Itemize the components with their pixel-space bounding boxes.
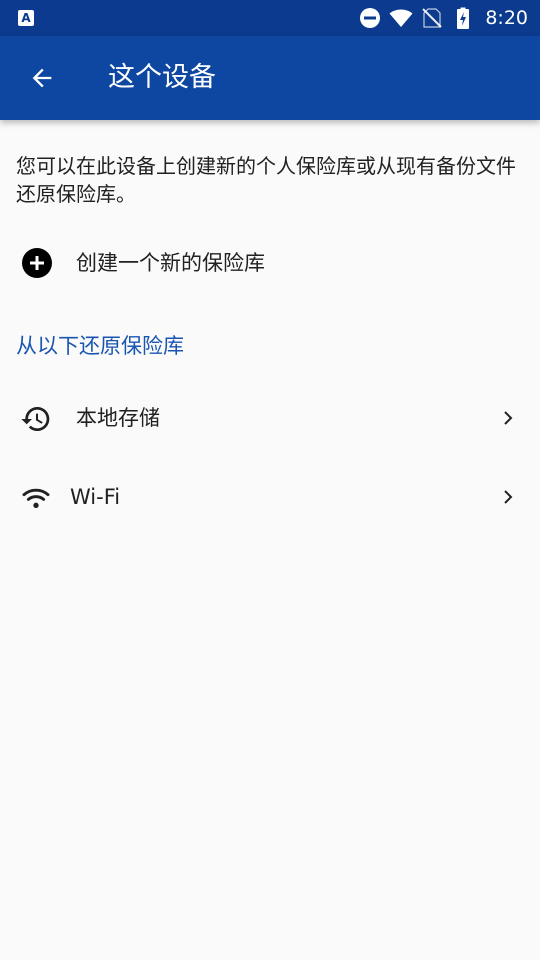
restore-from-local-storage[interactable]: 本地存储 — [0, 379, 540, 457]
wifi-label: Wi-Fi — [70, 485, 121, 509]
arrow-back-icon — [32, 68, 52, 88]
app-notification-icon: A — [18, 10, 34, 26]
wifi-signal-icon — [389, 9, 413, 27]
back-button[interactable] — [18, 54, 66, 102]
local-storage-label: 本地存储 — [76, 406, 160, 430]
create-vault-button[interactable]: 创建一个新的保险库 — [0, 232, 540, 294]
app-notification-letter: A — [21, 11, 31, 25]
restore-section-title: 从以下还原保险库 — [16, 334, 184, 358]
do-not-disturb-icon — [360, 8, 381, 28]
battery-charging-icon — [457, 7, 470, 29]
wifi-icon — [22, 488, 50, 508]
intro-text: 您可以在此设备上创建新的个人保险库或从现有备份文件还原保险库。 — [16, 154, 516, 206]
status-bar: A 8:20 — [0, 0, 540, 36]
status-time: 8:20 — [485, 7, 528, 29]
app-bar: 这个设备 — [0, 36, 540, 120]
chevron-right-icon — [504, 411, 513, 425]
chevron-right-icon — [504, 490, 513, 504]
status-icons: 8:20 — [351, 6, 528, 30]
history-icon — [21, 407, 50, 431]
restore-from-wifi[interactable]: Wi-Fi — [0, 458, 540, 536]
create-vault-label: 创建一个新的保险库 — [76, 251, 265, 275]
page-title: 这个设备 — [108, 62, 216, 93]
add-circle-icon — [22, 248, 52, 278]
no-sim-icon — [422, 8, 443, 28]
